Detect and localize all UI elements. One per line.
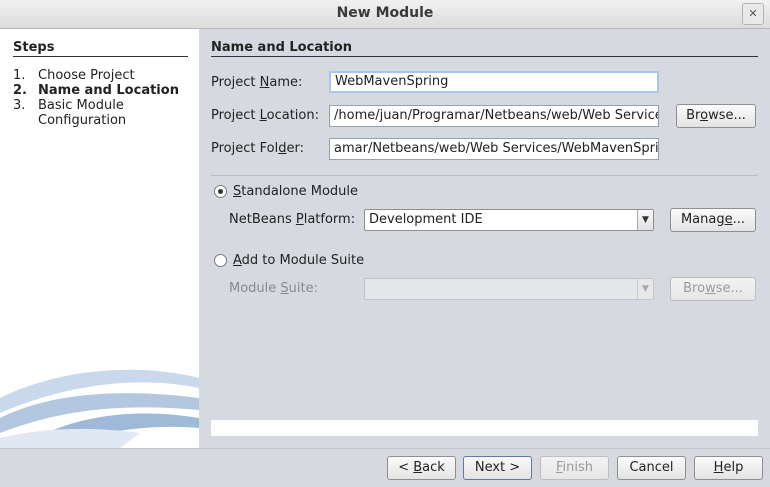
step-item-active: 2. Name and Location (13, 83, 179, 98)
step-number (13, 113, 38, 128)
main-panel: Name and Location Project Name: WebMaven… (199, 29, 770, 448)
button-bar: < Back Next > Finish Cancel Help (0, 448, 770, 487)
mnemonic: S (280, 281, 289, 296)
button-text: Bro (683, 281, 706, 296)
next-button[interactable]: Next > (463, 456, 532, 480)
project-name-input[interactable]: WebMavenSpring (329, 71, 659, 93)
section-title: Name and Location (211, 40, 352, 55)
label-text: tandalone Module (241, 184, 358, 199)
back-button[interactable]: < Back (387, 456, 456, 480)
project-name-label: Project Name: (211, 75, 302, 90)
close-icon[interactable]: ✕ (742, 3, 764, 25)
button-text: < (398, 460, 414, 475)
dropdown-arrow-icon: ▼ (637, 279, 653, 299)
label-text: NetBeans (229, 212, 296, 227)
steps-divider (13, 56, 188, 57)
add-to-suite-radio[interactable] (214, 254, 227, 267)
project-location-label: Project Location: (211, 108, 319, 123)
mnemonic: P (295, 212, 304, 227)
manage-button[interactable]: Manage... (670, 208, 756, 232)
project-location-input[interactable]: /home/juan/Programar/Netbeans/web/Web Se… (329, 105, 659, 127)
module-suite-select[interactable]: ▼ (364, 278, 654, 300)
button-text: inish (562, 460, 594, 475)
step-number: 2. (13, 83, 27, 98)
standalone-radio[interactable] (214, 185, 227, 198)
step-item-continued: Configuration (13, 113, 179, 128)
label-text: Module (229, 281, 281, 296)
label-text: dd to Module Suite (241, 253, 365, 268)
wizard-swoosh-graphic (0, 369, 199, 448)
button-text: ack (422, 460, 445, 475)
step-label: Basic Module (38, 98, 124, 113)
standalone-label[interactable]: Standalone Module (233, 184, 358, 199)
platform-select[interactable]: Development IDE ▼ (364, 209, 654, 231)
step-label: Configuration (38, 113, 127, 128)
dropdown-arrow-icon[interactable]: ▼ (637, 210, 653, 230)
separator (211, 175, 758, 176)
info-message-area (211, 420, 758, 436)
step-number: 1. (13, 68, 26, 83)
browse-button[interactable]: Browse... (676, 104, 756, 128)
mnemonic: N (259, 75, 270, 90)
mnemonic: e (724, 212, 733, 227)
mnemonic: o (700, 108, 709, 123)
button-text: Manag (680, 212, 725, 227)
label-text: latform: (303, 212, 356, 227)
label-text: Project (211, 108, 260, 123)
step-item: 1. Choose Project (13, 68, 179, 83)
steps-title: Steps (13, 40, 55, 55)
project-folder-label: Project Folder: (211, 141, 304, 156)
step-number: 3. (13, 98, 26, 113)
mnemonic: w (705, 281, 716, 296)
module-suite-label: Module Suite: (229, 281, 318, 296)
steps-list: 1. Choose Project 2. Name and Location 3. B… (13, 68, 179, 128)
label-text: ocation: (266, 108, 319, 123)
step-item: 3. Basic Module (13, 98, 179, 113)
mnemonic: B (413, 460, 423, 475)
label-text: er: (286, 141, 304, 156)
mnemonic: A (233, 253, 242, 268)
steps-panel: Steps 1. Choose Project 2. Name and Locati… (0, 29, 199, 448)
label-text: ame: (269, 75, 303, 90)
finish-button[interactable]: Finish (540, 456, 609, 480)
step-label: Choose Project (38, 68, 135, 83)
help-button[interactable]: Help (694, 456, 763, 480)
button-text: elp (723, 460, 744, 475)
button-text: Br (686, 108, 701, 123)
platform-label: NetBeans Platform: (229, 212, 355, 227)
title-bar: New Module ✕ (0, 0, 770, 29)
section-divider (211, 56, 758, 57)
window-title: New Module (336, 5, 434, 21)
label-text: uite: (288, 281, 318, 296)
button-text: se... (715, 281, 743, 296)
label-text: Project Fol (211, 141, 279, 156)
radio-selected-dot (218, 189, 223, 194)
label-text: Project (211, 75, 260, 90)
mnemonic: L (259, 108, 267, 123)
add-to-suite-label[interactable]: Add to Module Suite (233, 253, 364, 268)
button-text: ... (732, 212, 746, 227)
suite-browse-button[interactable]: Browse... (670, 277, 756, 301)
step-label: Name and Location (38, 83, 179, 98)
cancel-button[interactable]: Cancel (617, 456, 686, 480)
platform-selected-value: Development IDE (369, 212, 483, 227)
mnemonic: H (713, 460, 724, 475)
button-text: wse... (708, 108, 746, 123)
project-folder-field[interactable]: amar/Netbeans/web/Web Services/WebMavenS… (329, 138, 659, 160)
